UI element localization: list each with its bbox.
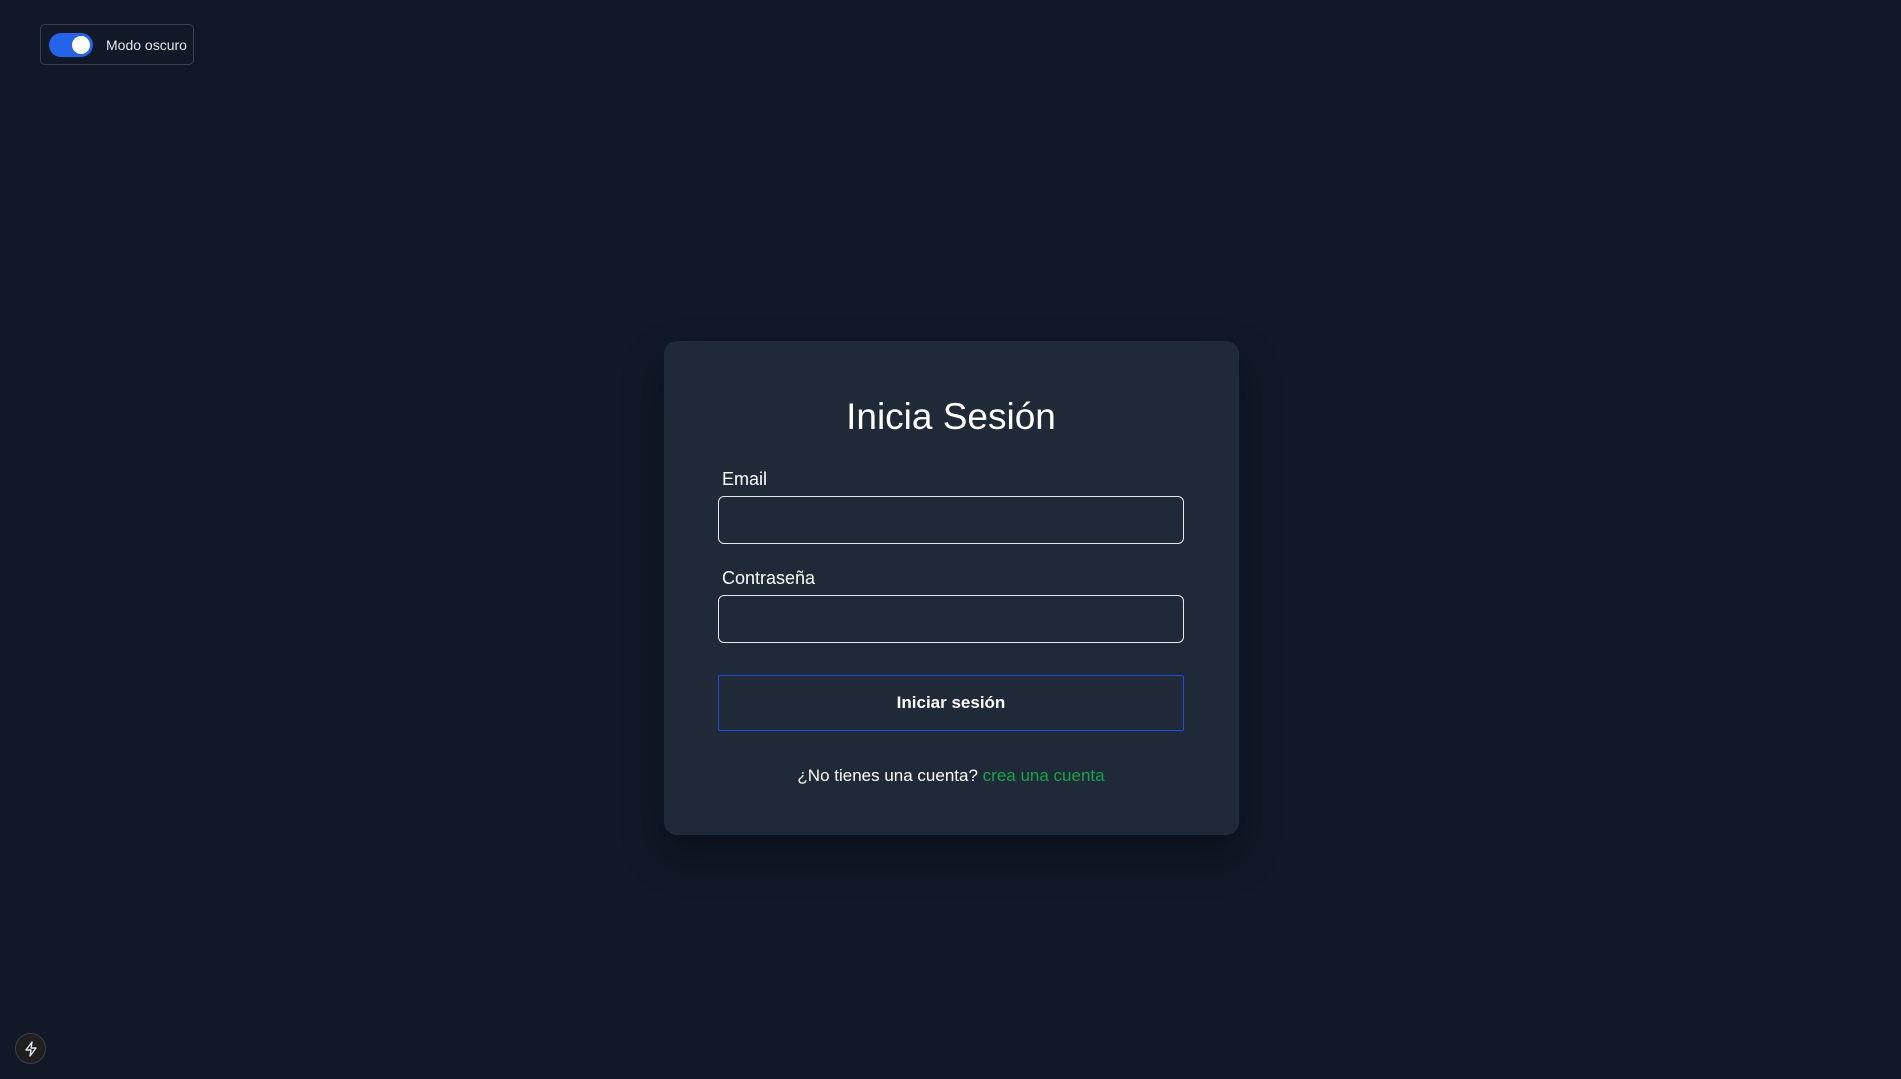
toggle-knob — [72, 35, 90, 54]
dark-mode-label: Modo oscuro — [106, 36, 187, 53]
login-title: Inicia Sesión — [846, 396, 1056, 437]
signup-prompt: ¿No tienes una cuenta? — [797, 766, 978, 785]
create-account-link[interactable]: crea una cuenta — [983, 766, 1105, 785]
email-label: Email — [722, 469, 768, 489]
password-label: Contraseña — [722, 568, 816, 588]
toggle-switch[interactable] — [49, 32, 93, 57]
dark-mode-toggle[interactable]: Modo oscuro — [40, 24, 194, 65]
signup-row: ¿No tienes una cuenta? crea una cuenta — [718, 766, 1184, 786]
email-field[interactable] — [718, 496, 1184, 544]
login-card: Inicia Sesión Email Contraseña Iniciar s… — [664, 341, 1239, 835]
lightning-bolt-icon[interactable] — [15, 1033, 46, 1064]
password-field[interactable] — [718, 595, 1184, 643]
login-button[interactable]: Iniciar sesión — [718, 675, 1184, 731]
lightning-bolt-glyph — [24, 1040, 37, 1057]
